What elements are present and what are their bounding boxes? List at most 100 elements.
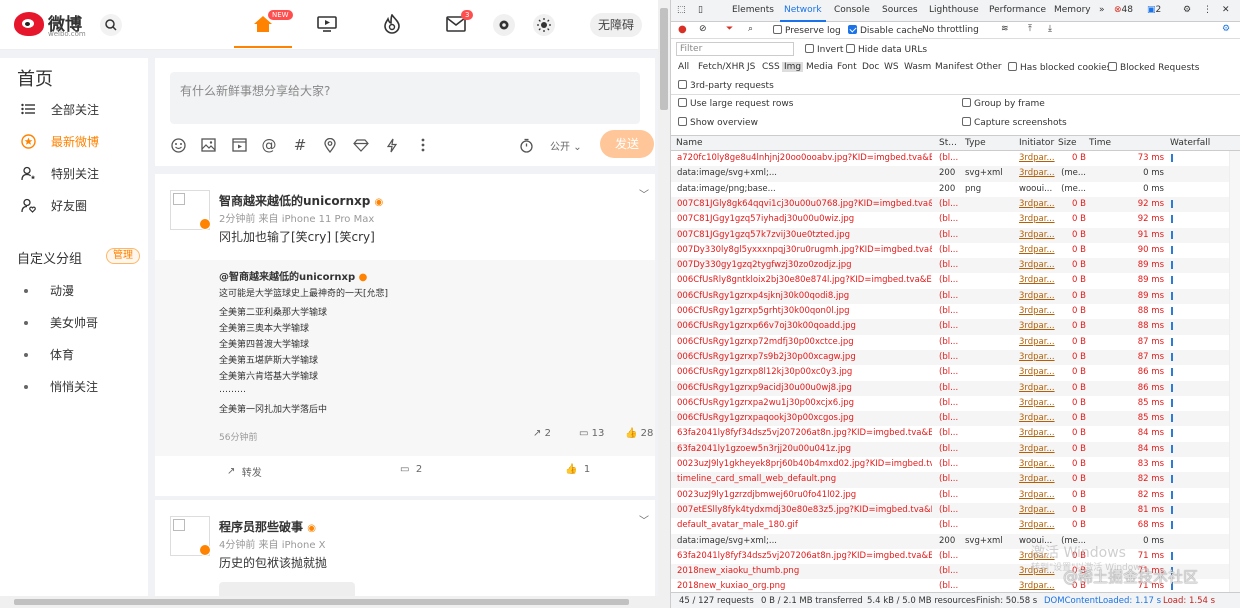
request-row[interactable]: 007C81JGgy1gzq57k7zvij30ue0tzted.jpg (bl.… xyxy=(671,227,1229,243)
vertical-scrollbar[interactable] xyxy=(658,0,670,608)
wifi-icon[interactable]: ≋ xyxy=(1001,24,1009,34)
request-row[interactable]: data:image/png;base... 200 png wooui... (me.… xyxy=(671,182,1229,197)
type-filter-wasm[interactable]: Wasm xyxy=(904,62,931,72)
tab-sources[interactable]: Sources xyxy=(882,5,918,15)
comment-button[interactable]: ▭ 2 xyxy=(400,464,422,475)
scrollbar-thumb[interactable] xyxy=(660,8,668,110)
request-initiator[interactable]: 3rdpar... xyxy=(1019,260,1056,270)
hide-data-urls-checkbox[interactable]: Hide data URLs xyxy=(846,44,927,55)
filter-input[interactable]: Filter xyxy=(676,42,794,56)
request-row[interactable]: 007C81JGly8gk64qqvi1cj30u00u0768.jpg?KID… xyxy=(671,196,1229,213)
group-by-frame-checkbox[interactable]: Group by frame xyxy=(962,98,1045,109)
sidebar-item-special[interactable]: 特别关注 xyxy=(20,163,99,183)
repost-comment-button[interactable]: ▭ 13 xyxy=(579,428,604,439)
error-count[interactable]: ⊗48 xyxy=(1114,5,1133,15)
third-party-checkbox[interactable]: 3rd-party requests xyxy=(678,80,774,91)
post-author[interactable]: 智商越来越低的unicornxp ◉ xyxy=(219,192,383,209)
request-initiator[interactable]: 3rdpar... xyxy=(1019,444,1056,454)
sidebar-item-all-follow[interactable]: 全部关注 xyxy=(20,99,99,119)
search-icon[interactable]: ⌕ xyxy=(748,24,753,34)
request-row[interactable]: 006CfUsRgy1gzrxp4sjknj30k00qodi8.jpg (bl.… xyxy=(671,288,1229,304)
close-icon[interactable]: ✕ xyxy=(1222,5,1230,15)
type-filter-font[interactable]: Font xyxy=(837,62,857,72)
record-icon[interactable]: ● xyxy=(678,24,687,35)
request-initiator[interactable]: 3rdpar... xyxy=(1019,474,1056,484)
nav-hot[interactable] xyxy=(377,10,407,38)
clear-icon[interactable]: ⊘ xyxy=(699,24,707,34)
request-row[interactable]: 006CfUsRgy1gzrxpa2wu1j30p00xcjx6.jpg (bl.… xyxy=(671,396,1229,411)
tab-memory[interactable]: Memory xyxy=(1054,5,1091,15)
request-initiator[interactable]: 3rdpar... xyxy=(1019,245,1056,255)
request-row[interactable]: 006CfUsRgy1gzrxp66v7oj30k00qoadd.jpg (bl.… xyxy=(671,319,1229,335)
nav-home[interactable]: NEW xyxy=(234,10,293,48)
image-icon[interactable] xyxy=(199,136,217,154)
request-initiator[interactable]: 3rdpar... xyxy=(1019,459,1056,469)
capture-screenshots-checkbox[interactable]: Capture screenshots xyxy=(962,117,1067,128)
request-row[interactable]: 006CfUsRgy1gzrxp5grhtj30k00qon0l.jpg (bl.… xyxy=(671,304,1229,319)
accessibility-button[interactable]: 无障碍 xyxy=(590,13,642,37)
request-row[interactable]: timeline_card_small_web_default.png (bl..… xyxy=(671,472,1229,488)
upload-icon[interactable]: ⤒ xyxy=(1028,24,1032,34)
tab-performance[interactable]: Performance xyxy=(989,5,1046,15)
timer-icon[interactable] xyxy=(517,136,535,154)
video-upload-icon[interactable] xyxy=(230,136,248,154)
disable-cache-checkbox[interactable]: Disable cache xyxy=(848,25,923,36)
type-filter-media[interactable]: Media xyxy=(806,62,833,72)
show-overview-checkbox[interactable]: Show overview xyxy=(678,117,758,128)
request-row[interactable]: 006CfUsRgy1gzrxp9acidj30u00u0wj8.jpg (bl.… xyxy=(671,380,1229,396)
request-row[interactable]: 006CfUsRgy1gzrxpaqookj30p00xcgos.jpg (bl.… xyxy=(671,411,1229,427)
request-initiator[interactable]: 3rdpar... xyxy=(1019,383,1056,393)
request-initiator[interactable]: 3rdpar... xyxy=(1019,413,1056,423)
tab-elements[interactable]: Elements xyxy=(732,5,774,15)
request-initiator[interactable]: 3rdpar... xyxy=(1019,337,1056,347)
type-filter-css[interactable]: CSS xyxy=(762,62,780,72)
col-initiator[interactable]: Initiator xyxy=(1019,138,1054,148)
col-waterfall[interactable]: Waterfall xyxy=(1170,138,1210,148)
type-filter-js[interactable]: JS xyxy=(747,62,755,72)
request-initiator[interactable]: 3rdpar... xyxy=(1019,199,1056,209)
request-row[interactable]: 0023uzJ9ly1gzrzdjbmwej60ru0fo41l02.jpg (b… xyxy=(671,488,1229,503)
type-filter-fetch[interactable]: Fetch/XHR xyxy=(698,62,745,72)
request-row[interactable]: 006CfUsRgy1gzrxp72mdfj30p00xctce.jpg (bl.… xyxy=(671,335,1229,350)
request-initiator[interactable]: 3rdpar... xyxy=(1019,428,1056,438)
horizontal-scrollbar[interactable] xyxy=(0,596,658,608)
type-filter-manifest[interactable]: Manifest xyxy=(935,62,973,72)
preserve-log-checkbox[interactable]: Preserve log xyxy=(773,25,841,36)
request-initiator[interactable]: 3rdpar... xyxy=(1019,230,1056,240)
request-row[interactable]: 006CfUsRgy1gzrxp7s9b2j30p00xcagw.jpg (bl.… xyxy=(671,349,1229,366)
blocked-requests-checkbox[interactable]: Blocked Requests xyxy=(1108,62,1199,73)
request-initiator[interactable]: 3rdpar... xyxy=(1019,168,1056,178)
request-row[interactable]: 007Dy330ly8gl5yxxxnpqj30ru0rugmh.jpg?KID… xyxy=(671,243,1229,258)
device-toggle-icon[interactable]: ▯ xyxy=(698,5,703,15)
request-row[interactable]: default_avatar_male_180.gif (bl... 3rdpar.… xyxy=(671,518,1229,533)
request-initiator[interactable]: 3rdpar... xyxy=(1019,321,1056,331)
theme-button[interactable] xyxy=(533,14,555,36)
settings-icon[interactable]: ⚙ xyxy=(1222,24,1230,34)
inspect-icon[interactable]: ⬚ xyxy=(677,5,686,15)
request-initiator[interactable]: 3rdpar... xyxy=(1019,520,1056,530)
filter-icon[interactable]: ⏷ xyxy=(726,24,733,34)
request-initiator[interactable]: 3rdpar... xyxy=(1019,306,1056,316)
scrollbar-thumb[interactable] xyxy=(14,599,629,605)
group-item[interactable]: 美女帅哥 xyxy=(24,314,98,331)
group-item[interactable]: 体育 xyxy=(24,346,74,363)
chevron-down-icon[interactable]: ﹀ xyxy=(639,186,649,201)
col-name[interactable]: Name xyxy=(676,138,703,148)
request-initiator[interactable]: wooui... xyxy=(1019,184,1056,194)
more-tabs-icon[interactable]: » xyxy=(1099,5,1105,15)
more-icon[interactable] xyxy=(414,136,432,154)
like-button[interactable]: 👍 1 xyxy=(565,464,590,475)
request-list-scrollbar[interactable] xyxy=(1229,151,1240,592)
nav-messages[interactable]: 3 xyxy=(441,10,474,38)
location-icon[interactable] xyxy=(321,136,339,154)
search-button[interactable] xyxy=(100,14,122,36)
lightning-icon[interactable] xyxy=(383,136,401,154)
group-item[interactable]: 动漫 xyxy=(24,282,74,299)
request-row[interactable]: 0023uzJ9ly1gkheyek8prj60b40b4mxd02.jpg?K… xyxy=(671,457,1229,472)
type-filter-img[interactable]: Img xyxy=(782,62,804,72)
repost-like-button[interactable]: 👍 28 xyxy=(625,428,653,439)
large-rows-checkbox[interactable]: Use large request rows xyxy=(678,98,793,109)
request-row[interactable]: data:image/svg+xml;... 200 svg+xml wooui...… xyxy=(671,533,1229,549)
settings-button[interactable] xyxy=(493,14,515,36)
post-author[interactable]: 程序员那些破事 ◉ xyxy=(219,518,316,535)
